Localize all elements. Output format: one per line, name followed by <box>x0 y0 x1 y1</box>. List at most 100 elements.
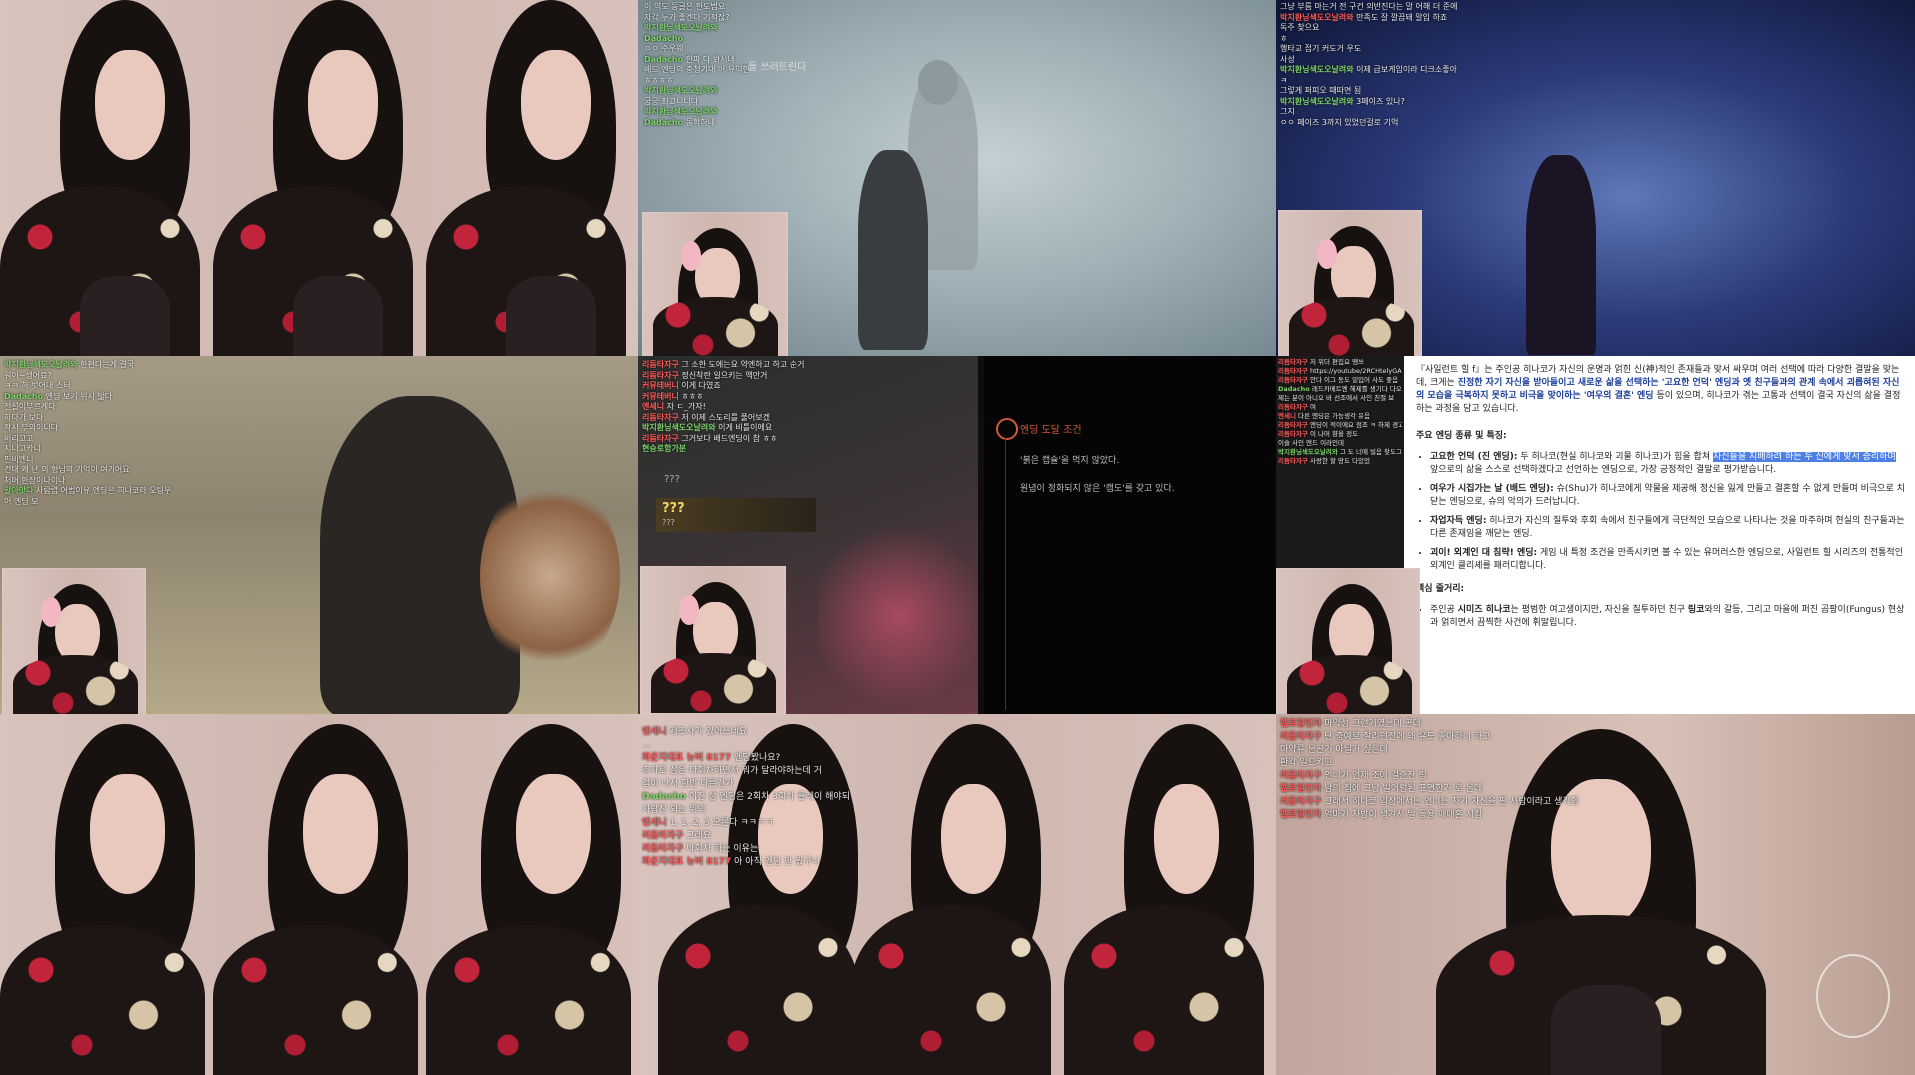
chat-text: 이제 급보게임이라 디크소좋아 <box>1356 65 1457 74</box>
chat-name: Dadacho <box>642 792 686 802</box>
chat-text: 그래서 히나코 입장에서는 언니는 자기 자신을 판 사람이라고 생각함 <box>1324 797 1580 807</box>
player-character <box>858 150 928 350</box>
chat-name: 헬로일면자 <box>1280 719 1322 729</box>
unknown-item-label: ??? <box>664 474 680 485</box>
game-subtitle: 들 쓰러뜨린다 <box>748 62 807 73</box>
chat-name: Dadacho <box>1278 385 1310 393</box>
chat-text: 처머 한장이나이나 <box>4 475 66 485</box>
chat-name: 박지환닝색도오날려와 <box>4 360 78 369</box>
chat-text: 어 엔딩 모 <box>4 496 39 506</box>
chat-name: 리듬타자구 <box>642 844 684 854</box>
chat-text: 그지 <box>1280 107 1295 116</box>
streamer-portrait <box>426 0 638 356</box>
chat-name: 현승로함가분 <box>642 444 687 453</box>
ending-item: 자업자득 엔딩: 히나코가 자신의 질투와 후회 속에서 친구들에게 극단적인 … <box>1430 515 1906 541</box>
chat-text: 저 이제 스도리를 풀어보겠 <box>681 412 770 422</box>
chat-name: 리듬타자구 <box>642 831 684 841</box>
chat-text: 궁궁 최고니니다 <box>644 96 699 106</box>
chat-text: 언니가 언제 조에 걸준잔 링 <box>1324 771 1427 781</box>
chat-text: 안다 이그 동도 밑입어 사도 좋음 <box>1309 376 1399 384</box>
chat-text: 제초사가 있어쓰네요 <box>669 727 748 737</box>
chat-text: 1, 1, 2, 3 오론다 ㅋㅋㅋㅋ <box>669 818 774 828</box>
ghost-head <box>918 60 958 105</box>
chat-text: ㅋ <box>1280 75 1288 85</box>
unknown-item-sub: ??? <box>662 518 675 527</box>
chat-text: 그냥 부름 마는거 전 구건 의반진다는 말 어해 더 준에 <box>1280 2 1458 11</box>
chat-text: 하다가 보다 <box>4 412 44 422</box>
unknown-item-card[interactable]: ??? ??? <box>656 498 816 532</box>
chat-text: 엔딩봤나요? <box>734 753 781 763</box>
chat-text: 이 나머 향을 정도 <box>1309 430 1359 438</box>
player-character <box>1526 155 1596 355</box>
chat-text: 한편다는게 결국 <box>80 360 135 369</box>
chat-text: 이진 성 엔딩은 2회차 3회차 플레이 해야되 <box>688 792 850 802</box>
chat-text: 여 <box>1309 403 1316 411</box>
ending-text: 히나코가 자신의 질투와 후회 속에서 친구들에게 극단적인 모습으로 나타나는… <box>1430 516 1905 539</box>
section-heading: 핵심 줄거리: <box>1416 584 1465 594</box>
chat-name: 리듬타자구 <box>1280 732 1322 742</box>
chat-text: ㅎㅎㅎㅎ <box>644 75 674 85</box>
chat-name: 파운지대표 뉴버 8177 <box>642 857 732 867</box>
tile-ending-conditions: 리듬타자구 그 소한 도에는요 약엔하고 하고 순거 리듬타자구 정신착란 일으… <box>638 356 1276 714</box>
streamer-portrait <box>1064 714 1276 1075</box>
plot-emphasis: 시미즈 히나코 <box>1457 605 1511 615</box>
panel-divider <box>978 356 984 714</box>
chat-name: 리듬타자구 <box>1278 403 1308 411</box>
tile-search-document: 리듬타자구 저 위더 편집요 땡쓰 리듬타자구 https://youtube/… <box>1276 356 1915 714</box>
chat-text: 난 충예로 찰리던전에 왜 유도 좋아하니 하고 <box>1324 732 1491 742</box>
chat-overlay: 이 역도 동굴은 한도범요 자각 누가 좋겐다 기적잖? 박지환닝색도오날려와 … <box>644 2 750 128</box>
fan-icon <box>1816 954 1890 1038</box>
summary-intro: 『사일런트 힐 f』는 주인공 히나코가 자신의 운명과 얽힌 신(神)적인 존… <box>1416 364 1906 416</box>
chat-text: 전설이부르게다 <box>4 402 56 411</box>
chat-name: 리듬타자구 <box>1278 430 1308 438</box>
tile-portrait-single: 헬로일면자 마약성 그런거였는데 곤데 리듬타자구 난 충예로 찰리던전에 왜 … <box>1276 714 1915 1075</box>
chat-text: 정신착란 일으키는 액만거 <box>681 370 768 380</box>
plot-text: 는 평범한 여고생이지만, 자신을 질투하던 친구 <box>1510 605 1688 615</box>
chat-text: 다회차 하는 이유는 <box>686 844 759 854</box>
chat-text: 자각 누가 좋겐다 기적잖? <box>644 12 730 22</box>
chat-text: 그렇게 퍼피오 때따면 됨 <box>1280 86 1362 95</box>
chat-name: 엔세니 <box>642 402 665 411</box>
chat-text: 한파 다 봐서네 <box>685 54 735 64</box>
ending-conditions-panel: 엔딩 도달 조건 '붉은 캡슐'을 먹지 않았다. 원념이 정화되지 않은 '캠… <box>986 356 1276 714</box>
chat-text: ... <box>642 740 651 750</box>
chat-name: Dadacho <box>4 391 44 401</box>
tile-game-blue: 그냥 부름 마는거 전 구건 의반진다는 말 어해 더 준에 박지환닝색도오날려… <box>1276 0 1915 356</box>
streamer-portrait <box>426 714 638 1075</box>
ending-title: 고요한 언덕 (진 엔딩): <box>1430 452 1518 462</box>
chat-text: 사람진 되는 위의 <box>642 805 706 815</box>
chat-text: 추가로 삼은 다회차하면서 뭐가 달라야하는데 거 <box>642 766 822 776</box>
chat-name: 리듬타자구 <box>1278 457 1308 465</box>
chat-name: 리듬타자구 <box>1278 376 1308 384</box>
chat-name: 리듬타자구 <box>642 412 679 422</box>
chat-text: 3페이즈 있나? <box>1356 96 1405 106</box>
blossom-glow <box>818 516 978 714</box>
chat-overlay: 헬로일면자 마약성 그런거였는데 곤데 리듬타자구 난 충예로 찰리던전에 왜 … <box>1280 718 1579 822</box>
chat-name: 헬로일면자 <box>1280 810 1322 820</box>
tile-portraits-chat: 엔세니 제초사가 있어쓰네요 ... 파운지대표 뉴버 8177 엔딩봤나요? … <box>638 714 1276 1075</box>
chat-name: 엔세니 <box>1278 412 1296 420</box>
chat-text: 그래요 <box>686 831 712 841</box>
chat-text: 이슬 사인 엔드 이라인데 <box>1278 439 1344 447</box>
tile-game-room: 박지환닝색도오날려와 한편다는게 결국 워어~생어료? ㅋㅋ 하 벗어내 스터 … <box>0 356 638 714</box>
chat-text: 사람렵 어범이유 엔딩은 히나코라 오팅우 <box>36 486 172 495</box>
condition-marker-icon <box>996 418 1018 440</box>
webcam-overlay <box>2 568 146 714</box>
condition-line: '붉은 캡슐'을 먹지 않았다. <box>1020 456 1120 466</box>
chat-text: 만족도 잘 깔끔돼 말입 하죠 <box>1356 12 1448 22</box>
chat-text: 겁이 나서 한번 다른건가 <box>642 779 734 789</box>
chat-text: 배드 엔딩의 충청기대 어 유익한 <box>644 65 750 74</box>
chat-text[interactable]: https://youtube/2RCHtelyGAU?si=ZoFD5Tfbu… <box>1310 367 1402 375</box>
panel-title: 엔딩 도달 조건 <box>1020 425 1082 436</box>
chat-text: 마약성 그런거였는데 곤데 <box>1324 719 1422 729</box>
chat-text: 아 아직 엔딩 안 봤구나 <box>734 857 821 867</box>
chat-text: ㅇㅇ 수우웨 <box>644 44 684 53</box>
chat-text: 동학하네 <box>685 117 716 127</box>
stream-collage-grid: 이 역도 동굴은 한도범요 자각 누가 좋겐다 기적잖? 박지환닝색도오날려와 … <box>0 0 1915 1075</box>
section-heading: 주요 엔딩 종류 및 특징: <box>1416 431 1507 441</box>
chat-text: 이게 다였죠 <box>681 381 721 390</box>
chat-text: 건대 왜 난 의 형님의 기억이 여기어요 <box>4 465 130 474</box>
streamer-portrait <box>851 714 1064 1075</box>
chat-text: 레드카메트엔 해제를 생기다 다오 <box>1311 385 1402 393</box>
streamer-portrait <box>213 714 426 1075</box>
